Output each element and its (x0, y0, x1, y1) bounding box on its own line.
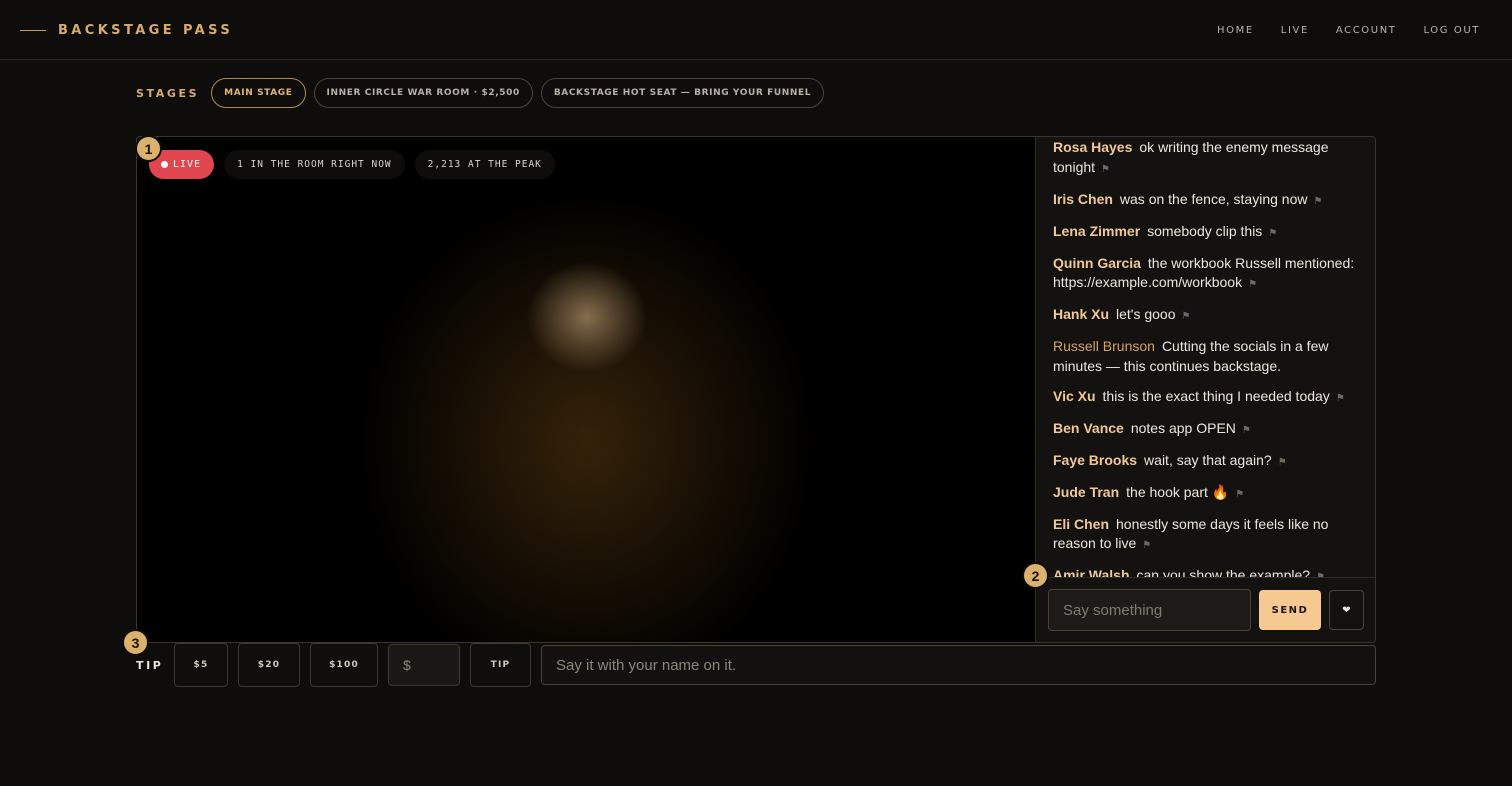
heart-icon: ❤ (1342, 604, 1351, 616)
chat-text: let's gooo (1116, 306, 1176, 322)
tip-message-input[interactable] (541, 645, 1376, 685)
tip-submit-button[interactable]: TIP (470, 643, 531, 687)
chat-message: Amir Walshcan you show the example?⚑ (1053, 566, 1360, 577)
chat-message: Quinn Garcia the workbook Russell mention… (1053, 254, 1360, 295)
brand-rule (20, 29, 46, 31)
chat-username[interactable]: Hank Xu (1053, 306, 1109, 322)
brand[interactable]: BACKSTAGE PASS (20, 0, 233, 60)
chat-message: Lena Zimmer somebody clip this ⚑ (1053, 222, 1360, 244)
live-dot-icon (161, 161, 168, 168)
chat-message: Vic Xu this is the exact thing I needed t… (1053, 387, 1360, 409)
chat-username[interactable]: Jude Tran (1053, 484, 1119, 500)
chat-text: notes app OPEN (1130, 419, 1236, 436)
flag-icon[interactable]: ⚑ (1142, 540, 1151, 551)
flag-icon[interactable]: ⚑ (1235, 489, 1244, 500)
video-player[interactable]: LIVE 1 IN THE ROOM RIGHT NOW 2,213 AT TH… (137, 137, 1036, 642)
chat-message: Eli Chen honestly some days it feels like… (1053, 515, 1360, 556)
stream-panel: LIVE 1 IN THE ROOM RIGHT NOW 2,213 AT TH… (136, 136, 1376, 643)
chat-username[interactable]: Iris Chen (1053, 191, 1113, 207)
chat-text: the hook part 🔥 (1126, 483, 1230, 500)
top-bar: BACKSTAGE PASS HOME LIVE ACCOUNT LOG OUT (0, 0, 1512, 60)
chat-text: can you show the example? (1136, 567, 1311, 577)
nav-account[interactable]: ACCOUNT (1336, 25, 1397, 36)
chat-message: Jude Tran the hook part 🔥 ⚑ (1053, 483, 1360, 505)
chat-username[interactable]: Eli Chen (1053, 516, 1109, 532)
marker-2: 2 (1022, 562, 1049, 589)
stage-hot-seat[interactable]: BACKSTAGE HOT SEAT — BRING YOUR FUNNEL (540, 78, 825, 108)
chat-messages[interactable]: Rosa Hayes ok writing the enemy message t… (1036, 137, 1375, 577)
brand-title: BACKSTAGE PASS (58, 22, 234, 38)
chat-username[interactable]: Quinn Garcia (1053, 255, 1141, 271)
viewers-peak-badge: 2,213 AT THE PEAK (414, 150, 555, 179)
chat-text: this is the exact thing I needed today (1102, 387, 1330, 404)
chat-panel: Rosa Hayes ok writing the enemy message t… (1035, 137, 1375, 642)
stage-inner-circle[interactable]: INNER CIRCLE WAR ROOM · $2,500 (313, 78, 533, 108)
chat-input[interactable] (1048, 589, 1251, 631)
flag-icon[interactable]: ⚑ (1101, 164, 1110, 175)
chat-message: Ben Vance notes app OPEN ⚑ (1053, 419, 1360, 441)
marker-1: 1 (135, 135, 162, 162)
chat-text: wait, say that again? (1144, 451, 1272, 468)
flag-icon[interactable]: ⚑ (1313, 196, 1322, 207)
chat-message: Hank Xu let's gooo ⚑ (1053, 305, 1360, 327)
video-frame-image (357, 167, 817, 642)
stage-main[interactable]: MAIN STAGE (211, 78, 306, 108)
flag-icon[interactable]: ⚑ (1278, 457, 1287, 468)
tip-100-button[interactable]: $100 (310, 643, 378, 687)
chat-username[interactable]: Ben Vance (1053, 420, 1124, 436)
chat-username[interactable]: Rosa Hayes (1053, 139, 1132, 155)
tip-5-button[interactable]: $5 (174, 643, 228, 687)
stages-label: STAGES (136, 86, 200, 100)
live-label: LIVE (173, 159, 202, 170)
flag-icon[interactable]: ⚑ (1248, 279, 1257, 290)
chat-username[interactable]: Faye Brooks (1053, 452, 1137, 468)
heart-button[interactable]: ❤ (1329, 590, 1364, 630)
chat-username[interactable]: Russell Brunson (1053, 338, 1155, 354)
stage-selector: STAGES MAIN STAGE INNER CIRCLE WAR ROOM … (136, 78, 825, 108)
chat-text: somebody clip this (1147, 222, 1263, 239)
viewers-now-badge: 1 IN THE ROOM RIGHT NOW (224, 150, 405, 179)
tip-label: TIP (136, 658, 164, 672)
tip-custom-amount-input[interactable] (388, 644, 460, 686)
tip-20-button[interactable]: $20 (238, 643, 300, 687)
chat-username[interactable]: Lena Zimmer (1053, 223, 1140, 239)
tip-bar: TIP $5 $20 $100 TIP (136, 643, 1376, 687)
marker-3: 3 (122, 629, 149, 656)
flag-icon[interactable]: ⚑ (1268, 228, 1277, 239)
chat-message: Rosa Hayes ok writing the enemy message t… (1053, 138, 1360, 179)
chat-username[interactable]: Amir Walsh (1053, 567, 1130, 577)
send-button[interactable]: SEND (1259, 590, 1321, 630)
chat-username[interactable]: Vic Xu (1053, 388, 1096, 404)
chat-message: Faye Brooks wait, say that again? ⚑ (1053, 451, 1360, 473)
flag-icon[interactable]: ⚑ (1242, 425, 1251, 436)
flag-icon[interactable]: ⚑ (1182, 311, 1191, 322)
chat-message: Iris Chen was on the fence, staying now ⚑ (1053, 190, 1360, 212)
main-nav: HOME LIVE ACCOUNT LOG OUT (1217, 0, 1480, 60)
stream-badges: LIVE 1 IN THE ROOM RIGHT NOW 2,213 AT TH… (149, 150, 555, 179)
chat-message: Russell Brunson Cutting the socials in a … (1053, 337, 1360, 376)
nav-live[interactable]: LIVE (1281, 25, 1309, 36)
chat-text: was on the fence, staying now (1119, 190, 1308, 207)
chat-compose: SEND ❤ (1036, 577, 1375, 642)
nav-log-out[interactable]: LOG OUT (1423, 25, 1480, 36)
flag-icon[interactable]: ⚑ (1336, 393, 1345, 404)
nav-home[interactable]: HOME (1217, 25, 1254, 36)
